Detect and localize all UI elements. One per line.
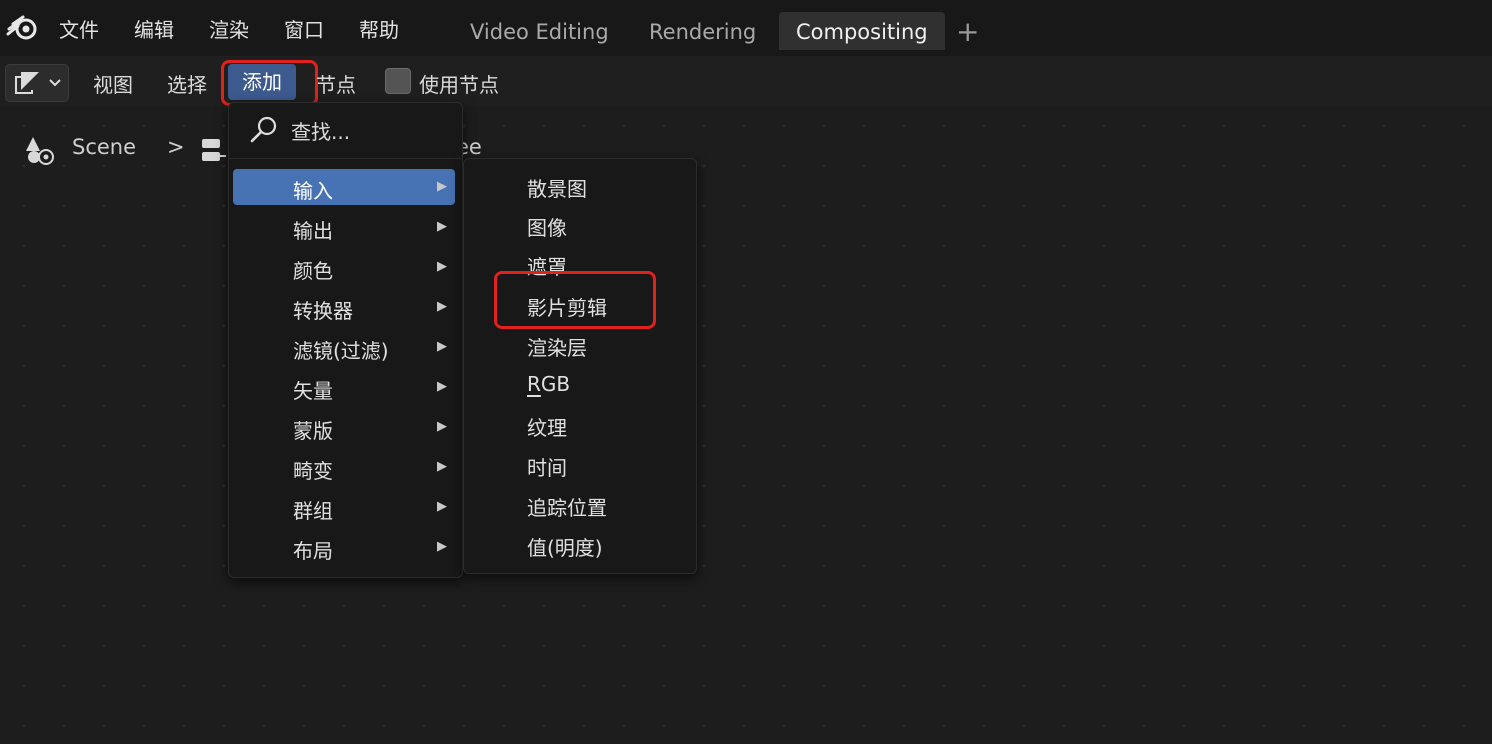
menu-window[interactable]: 窗口 xyxy=(284,14,324,43)
header-menu-node[interactable]: 节点 xyxy=(316,69,356,98)
tab-compositing[interactable]: Compositing xyxy=(779,12,945,50)
add-workspace-button[interactable]: + xyxy=(956,14,979,50)
rgb-label-rest: GB xyxy=(540,372,571,396)
use-nodes-label: 使用节点 xyxy=(419,73,499,97)
input-item-value[interactable]: 值(明度) xyxy=(527,532,603,561)
tab-rendering[interactable]: Rendering xyxy=(632,12,773,50)
menu-file[interactable]: 文件 xyxy=(59,14,99,43)
add-menu-item-converter[interactable]: 转换器 ▶ xyxy=(233,289,455,325)
blender-logo-icon[interactable] xyxy=(6,12,40,42)
submenu-arrow-icon: ▶ xyxy=(437,459,447,474)
submenu-arrow-icon: ▶ xyxy=(437,339,447,354)
search-icon xyxy=(250,116,277,143)
submenu-arrow-icon: ▶ xyxy=(437,219,447,234)
breadcrumb-scene[interactable]: Scene xyxy=(72,135,136,159)
use-nodes-checkbox[interactable] xyxy=(385,68,411,94)
menu-render[interactable]: 渲染 xyxy=(209,14,249,43)
submenu-arrow-icon: ▶ xyxy=(437,499,447,514)
menu-item-label: 颜色 xyxy=(293,259,333,283)
add-menu-item-matte[interactable]: 蒙版 ▶ xyxy=(233,409,455,445)
submenu-arrow-icon: ▶ xyxy=(437,379,447,394)
add-menu-item-layout[interactable]: 布局 ▶ xyxy=(233,529,455,565)
add-menu-item-output[interactable]: 输出 ▶ xyxy=(233,209,455,245)
input-item-time[interactable]: 时间 xyxy=(527,452,567,481)
input-item-bokeh-image[interactable]: 散景图 xyxy=(527,173,587,202)
menu-help[interactable]: 帮助 xyxy=(359,14,399,43)
header-menu-select[interactable]: 选择 xyxy=(167,69,207,98)
chevron-down-icon xyxy=(49,79,61,87)
input-submenu: 散景图 图像 遮罩 影片剪辑 渲染层 RGB 纹理 时间 追踪位置 值(明度) xyxy=(463,158,697,574)
menu-item-label: 输出 xyxy=(293,219,333,243)
breadcrumb-separator: > xyxy=(167,135,185,159)
menu-item-label: 输入 xyxy=(293,179,333,203)
menu-item-label: 蒙版 xyxy=(293,419,333,443)
add-menu-item-vector[interactable]: 矢量 ▶ xyxy=(233,369,455,405)
tab-video-editing[interactable]: Video Editing xyxy=(453,12,626,50)
top-bar: 文件 编辑 渲染 窗口 帮助 Video Editing Rendering C… xyxy=(0,0,1492,56)
add-menu-search[interactable]: 查找... xyxy=(229,103,462,157)
input-item-rgb[interactable]: RGB xyxy=(527,372,570,396)
menu-item-label: 群组 xyxy=(293,499,333,523)
input-item-image[interactable]: 图像 xyxy=(527,212,567,241)
submenu-arrow-icon: ▶ xyxy=(437,179,447,194)
add-menu-item-distort[interactable]: 畸变 ▶ xyxy=(233,449,455,485)
input-item-texture[interactable]: 纹理 xyxy=(527,412,567,441)
menu-item-label: 布局 xyxy=(293,539,333,563)
add-menu-item-filter[interactable]: 滤镜(过滤) ▶ xyxy=(233,329,455,365)
add-menu: 查找... 输入 ▶ 输出 ▶ 颜色 ▶ 转换器 ▶ 滤镜(过滤) ▶ 矢量 ▶… xyxy=(228,102,463,578)
submenu-arrow-icon: ▶ xyxy=(437,539,447,554)
submenu-arrow-icon: ▶ xyxy=(437,299,447,314)
menu-item-label: 畸变 xyxy=(293,459,333,483)
editor-type-selector[interactable] xyxy=(5,64,69,102)
input-item-render-layers[interactable]: 渲染层 xyxy=(527,332,587,361)
menu-separator xyxy=(229,158,462,159)
menu-item-label: 转换器 xyxy=(293,299,353,323)
add-menu-item-input[interactable]: 输入 ▶ xyxy=(233,169,455,205)
compositor-editor-icon xyxy=(15,72,39,94)
search-label: 查找... xyxy=(291,120,351,144)
highlight-box-add xyxy=(221,60,318,106)
submenu-arrow-icon: ▶ xyxy=(437,259,447,274)
scene-icon xyxy=(26,137,54,165)
menu-item-label: 滤镜(过滤) xyxy=(293,339,389,363)
rgb-accelerator-letter: R xyxy=(527,372,541,396)
add-menu-item-group[interactable]: 群组 ▶ xyxy=(233,489,455,525)
submenu-arrow-icon: ▶ xyxy=(437,419,447,434)
highlight-box-movie-clip xyxy=(494,271,656,329)
menu-item-label: 矢量 xyxy=(293,379,333,403)
header-menu-view[interactable]: 视图 xyxy=(93,69,133,98)
node-tree-icon xyxy=(202,139,226,161)
add-menu-item-color[interactable]: 颜色 ▶ xyxy=(233,249,455,285)
menu-edit[interactable]: 编辑 xyxy=(134,14,174,43)
input-item-track-position[interactable]: 追踪位置 xyxy=(527,492,607,521)
